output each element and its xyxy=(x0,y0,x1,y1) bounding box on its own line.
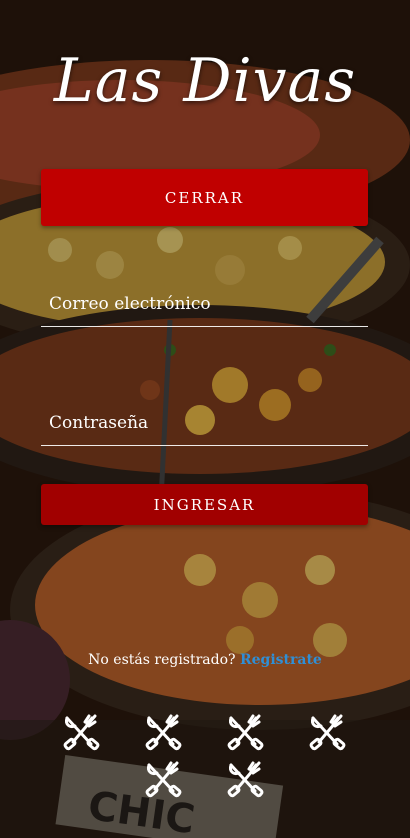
password-field xyxy=(41,401,368,446)
register-text: No estás registrado? xyxy=(88,652,236,668)
email-field xyxy=(41,282,368,327)
login-button[interactable]: INGRESAR xyxy=(41,484,368,525)
brand-logo: Las Divas xyxy=(53,46,357,116)
register-prompt: No estás registrado? Registrate xyxy=(0,652,410,668)
close-button[interactable]: CERRAR xyxy=(41,169,368,226)
password-input[interactable] xyxy=(41,401,368,445)
email-input[interactable] xyxy=(41,282,368,326)
register-link[interactable]: Registrate xyxy=(240,652,322,668)
